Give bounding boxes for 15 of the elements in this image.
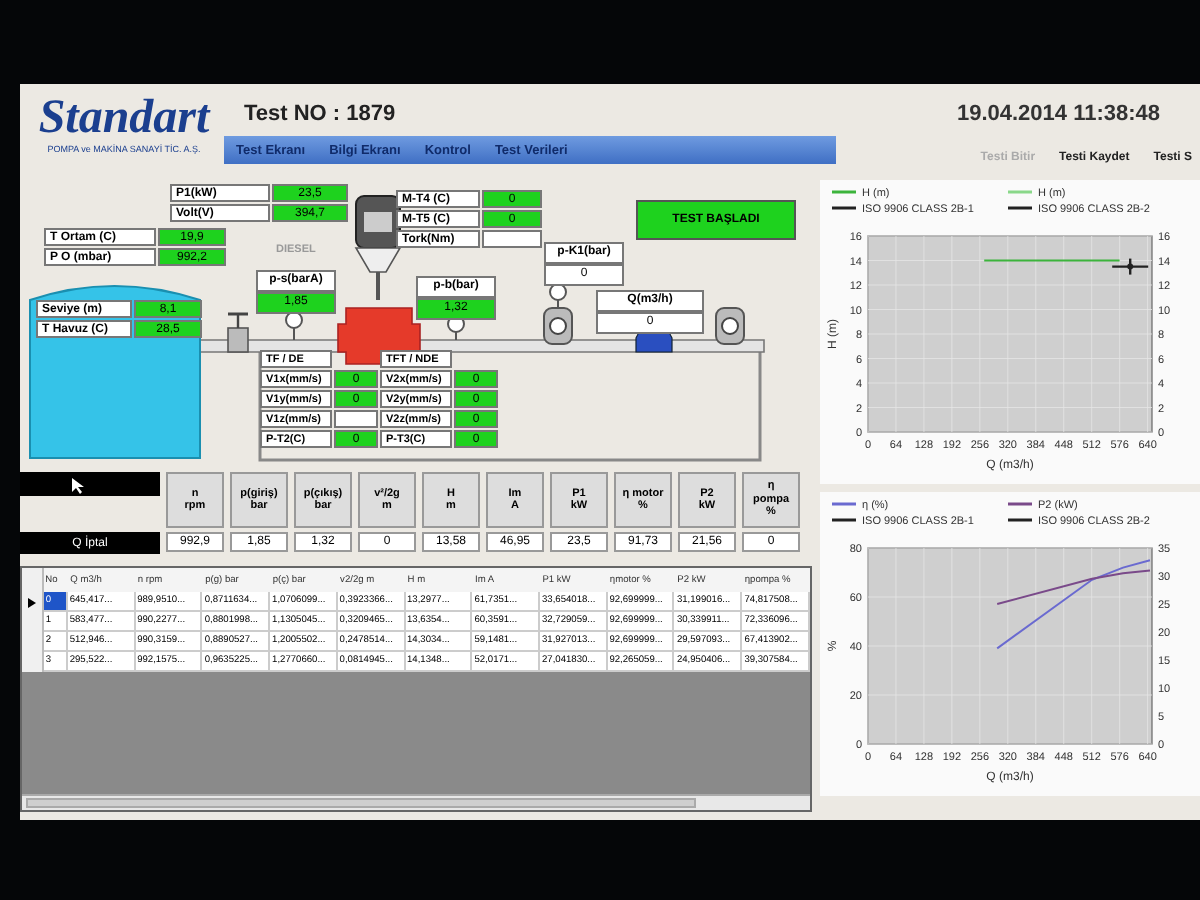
pump-icon — [543, 283, 573, 345]
pump-icon — [715, 307, 745, 345]
valve-icon — [227, 312, 249, 353]
pressure-gauge-icon — [285, 311, 303, 341]
test-number: Test NO : 1879 — [244, 102, 396, 126]
motor-icon — [354, 195, 402, 300]
current-row-icon — [27, 597, 36, 607]
data-point — [1112, 258, 1149, 275]
data-line — [983, 259, 1121, 262]
horizontal-scrollbar[interactable] — [22, 794, 810, 810]
readout-value — [482, 230, 542, 248]
readout-value — [334, 410, 378, 428]
company-logo: Standart — [38, 92, 210, 144]
mouse-cursor-icon — [72, 478, 84, 494]
date-time: 19.04.2014 11:38:48 — [956, 102, 1160, 126]
